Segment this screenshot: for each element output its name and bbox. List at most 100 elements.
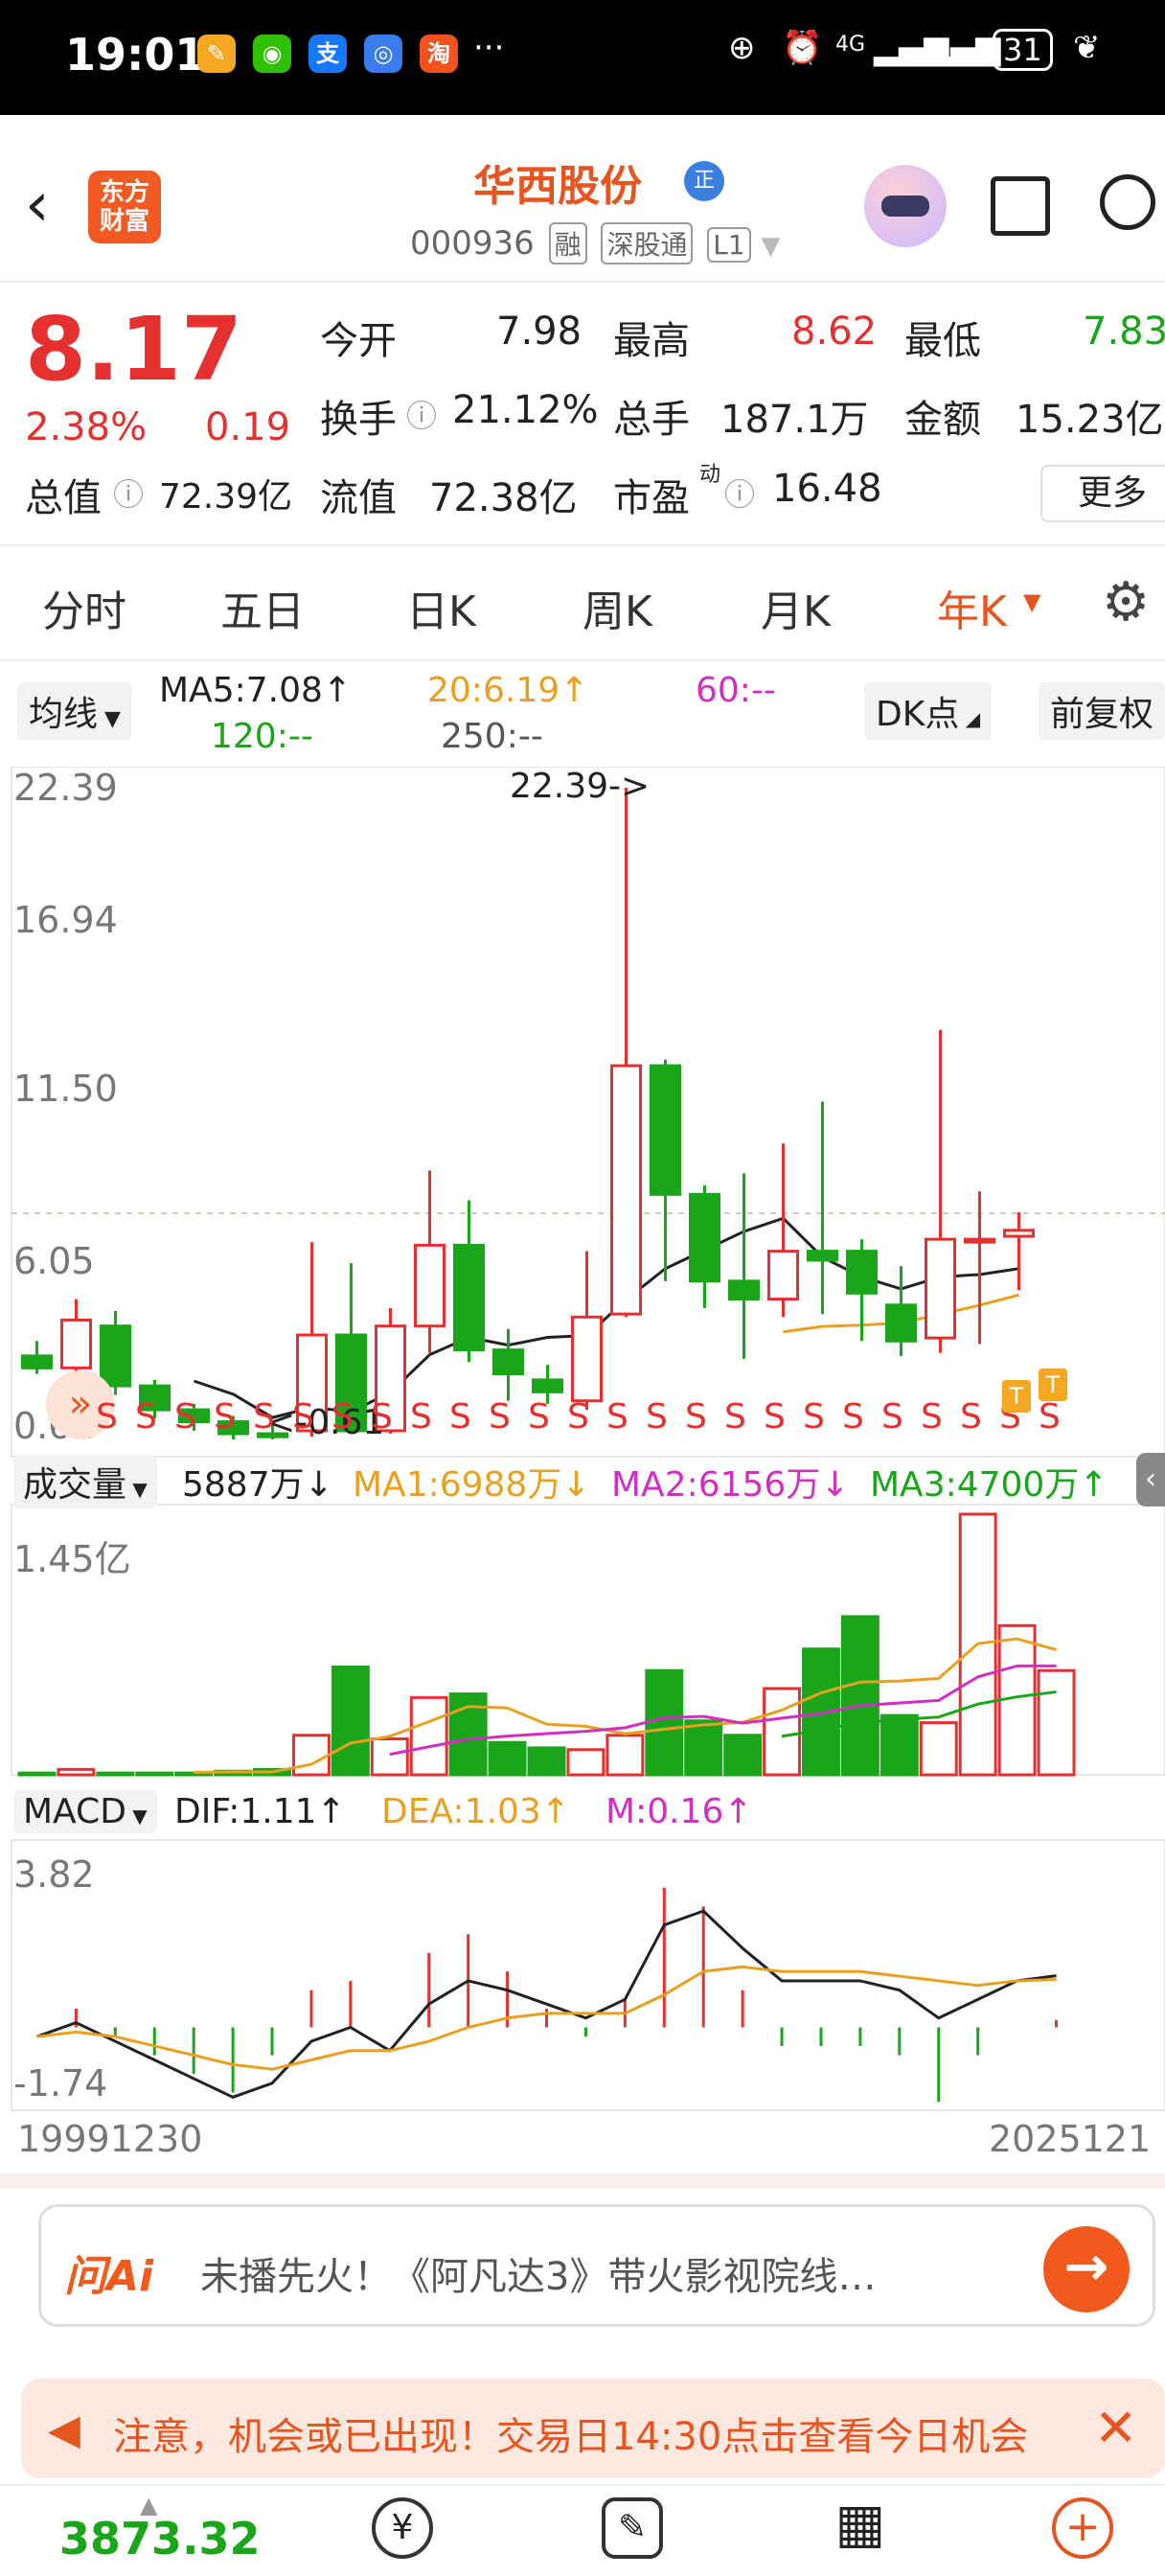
signal-marker: S	[567, 1397, 589, 1437]
info-icon[interactable]: ⓘ	[113, 471, 144, 515]
signal-marker: S	[881, 1397, 903, 1437]
tab-weekly-k[interactable]: 周K	[582, 577, 652, 638]
signal-marker: S	[528, 1397, 550, 1437]
signal-marker: S	[646, 1397, 668, 1437]
stock-name: 华西股份	[473, 162, 642, 211]
notice-text: 注意，机会或已出现！交易日14:30点击查看今日机会	[113, 2415, 1029, 2459]
adjust-button[interactable]: 前复权	[1039, 682, 1165, 740]
volume-bar	[566, 1748, 605, 1777]
low-value: 7.83	[1083, 310, 1165, 354]
search-icon[interactable]	[1100, 174, 1155, 230]
dk-point-button[interactable]: DK点 ◢	[864, 682, 993, 740]
signal-marker: S	[685, 1397, 707, 1437]
tab-monthly-k[interactable]: 月K	[761, 577, 831, 638]
more-button[interactable]: 更多	[1040, 465, 1165, 522]
volume-bar	[527, 1746, 566, 1777]
side-drawer-handle[interactable]: ‹	[1136, 1453, 1165, 1506]
ai-assistant-icon[interactable]	[864, 165, 947, 247]
amount-label: 金额	[904, 398, 981, 442]
t-marker[interactable]: T	[1002, 1380, 1031, 1413]
add-watchlist-icon[interactable]: +	[1052, 2497, 1113, 2559]
open-value: 7.98	[496, 310, 582, 354]
notice-banner[interactable]: ◀ 注意，机会或已出现！交易日14:30点击查看今日机会 ✕	[21, 2379, 1165, 2478]
kline-axis-label-max: 22.39	[13, 767, 118, 809]
macd-histogram	[74, 1887, 1059, 2103]
status-bar: 19:01 ✎ ◉ 支 ◎ 淘 ··· ⊕ ⏰ 4G ▂▄▆ ▂▄▆ 31 ❦	[0, 0, 1165, 115]
macd-lines	[35, 1909, 1057, 2099]
volume-bar	[17, 1771, 57, 1777]
volume-bar	[840, 1615, 879, 1777]
info-icon[interactable]: ⓘ	[406, 392, 437, 436]
ma20-value: 20:6.19↑	[427, 671, 589, 710]
macd-m: M:0.16↑	[605, 1792, 753, 1831]
high-value: 8.62	[791, 310, 878, 354]
verified-badge: 正	[684, 161, 724, 201]
volume-selector-label: 成交量	[23, 1465, 127, 1505]
trade-icon[interactable]: ¥	[372, 2497, 433, 2559]
candle-body	[650, 1064, 681, 1196]
signal-marker: S	[449, 1397, 471, 1437]
kline-axis-label: 16.94	[13, 899, 118, 941]
ai-search-bar[interactable]: 问Ai 未播先火！《阿凡达3》带火影视院线… →	[38, 2204, 1155, 2327]
edit-icon[interactable]: ✎	[602, 2497, 663, 2559]
candle-body	[885, 1303, 917, 1343]
ma60-value: 60:--	[696, 671, 776, 710]
tab-intraday[interactable]: 分时	[42, 577, 126, 638]
signal-marker: S	[960, 1397, 982, 1437]
leaf-icon: ❦	[1073, 29, 1101, 67]
signal-marker: S	[253, 1397, 275, 1437]
turnover-label: 换手	[320, 398, 397, 442]
tab-daily-k[interactable]: 日K	[406, 577, 476, 638]
signal-marker: S	[764, 1397, 786, 1437]
candle-body	[492, 1348, 524, 1376]
t-marker[interactable]: T	[1039, 1368, 1067, 1401]
chevron-down-icon[interactable]: ▼	[1023, 588, 1040, 615]
stock-code-line[interactable]: 000936 融 深股通 L1 ▼	[410, 222, 781, 264]
open-label: 今开	[320, 319, 397, 363]
volume-bar	[1037, 1668, 1076, 1777]
chevron-down-icon: ▼	[761, 232, 781, 261]
signal-marker: S	[489, 1397, 511, 1437]
candle-body	[1003, 1229, 1035, 1238]
volume-ma2: MA2:6156万↓	[611, 1465, 850, 1505]
info-icon[interactable]: ⓘ	[724, 471, 755, 515]
macd-axis-top: 3.82	[13, 1853, 95, 1896]
index-value[interactable]: 3873.32	[59, 2513, 261, 2564]
logo-text-2: 财富	[99, 207, 149, 236]
macd-selector[interactable]: MACD ▼	[13, 1790, 157, 1833]
stock-code: 000936	[410, 224, 535, 263]
kline-axis-label: 11.50	[13, 1068, 118, 1110]
volume-bar	[488, 1740, 527, 1777]
ma-selector[interactable]: 均线 ▼	[17, 682, 132, 740]
volume-ma1: MA1:6988万↓	[353, 1465, 591, 1505]
signal-marker: S	[174, 1397, 196, 1437]
tab-five-day[interactable]: 五日	[220, 577, 305, 638]
macd-selector-label: MACD	[23, 1792, 126, 1831]
high-label: 最高	[613, 319, 690, 363]
volume-bar	[291, 1734, 331, 1777]
app-logo: 东方 财富	[88, 171, 161, 243]
candle-body	[100, 1324, 131, 1388]
apps-icon[interactable]: ▦	[830, 2497, 891, 2559]
signal-marker: S	[410, 1397, 432, 1437]
more-notifications-icon: ···	[473, 29, 505, 67]
battery-indicator: 31	[993, 29, 1053, 71]
volume-bar	[684, 1719, 723, 1777]
arrow-right-icon[interactable]: →	[1043, 2226, 1130, 2312]
volume-bar	[723, 1734, 763, 1777]
volume-bar	[57, 1767, 96, 1777]
stock-header: ‹ 东方 财富 华西股份 正 000936 融 深股通 L1 ▼	[0, 115, 1165, 283]
logo-text-1: 东方	[99, 178, 149, 207]
signal-marker: S	[842, 1397, 864, 1437]
share-icon[interactable]	[991, 176, 1050, 236]
change-amount: 0.19	[205, 405, 291, 449]
back-button[interactable]: ‹	[25, 174, 50, 236]
candle-body	[846, 1250, 878, 1295]
volume-bar	[605, 1734, 645, 1777]
wechat-icon: ◉	[253, 34, 291, 73]
gear-icon[interactable]: ⚙	[1102, 571, 1150, 633]
volume-selector[interactable]: 成交量 ▼	[13, 1455, 157, 1508]
volume-bar	[879, 1714, 919, 1777]
close-icon[interactable]: ✕	[1094, 2398, 1137, 2458]
tab-yearly-k[interactable]: 年K	[937, 577, 1007, 638]
